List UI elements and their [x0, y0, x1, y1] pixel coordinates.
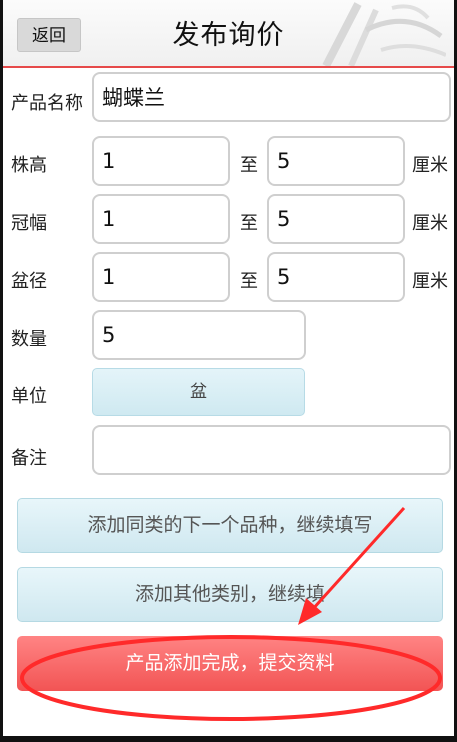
plant-height-unit-label: 厘米: [412, 155, 448, 176]
crown-width-min-field[interactable]: 1: [92, 194, 230, 244]
add-other-category-button[interactable]: 添加其他类别，继续填: [17, 567, 443, 622]
product-name-label: 产品名称: [11, 93, 83, 114]
submit-button[interactable]: 产品添加完成，提交资料: [17, 636, 443, 691]
back-button[interactable]: 返回: [17, 18, 81, 52]
unit-select-button[interactable]: 盆: [92, 368, 305, 416]
remark-label: 备注: [11, 448, 47, 469]
crown-width-label: 冠幅: [11, 213, 47, 234]
unit-label: 单位: [11, 386, 47, 407]
remark-field[interactable]: [92, 425, 451, 475]
crown-width-to-label: 至: [240, 213, 258, 234]
pot-diameter-min-field[interactable]: 1: [92, 252, 230, 302]
product-name-field[interactable]: 蝴蝶兰: [92, 72, 451, 122]
quantity-field[interactable]: 5: [92, 310, 306, 360]
plant-height-min-field[interactable]: 1: [92, 136, 230, 186]
crown-width-max-field[interactable]: 5: [267, 194, 405, 244]
add-same-category-button[interactable]: 添加同类的下一个品种，继续填写: [17, 498, 443, 553]
quantity-label: 数量: [11, 329, 47, 350]
plant-height-label: 株高: [11, 155, 47, 176]
plant-height-max-field[interactable]: 5: [267, 136, 405, 186]
crown-width-unit-label: 厘米: [412, 213, 448, 234]
pot-diameter-max-field[interactable]: 5: [267, 252, 405, 302]
pot-diameter-to-label: 至: [240, 271, 258, 292]
pot-diameter-label: 盆径: [11, 271, 47, 292]
header-bar: 发布询价 返回: [3, 0, 454, 68]
plant-height-to-label: 至: [240, 155, 258, 176]
pot-diameter-unit-label: 厘米: [412, 271, 448, 292]
